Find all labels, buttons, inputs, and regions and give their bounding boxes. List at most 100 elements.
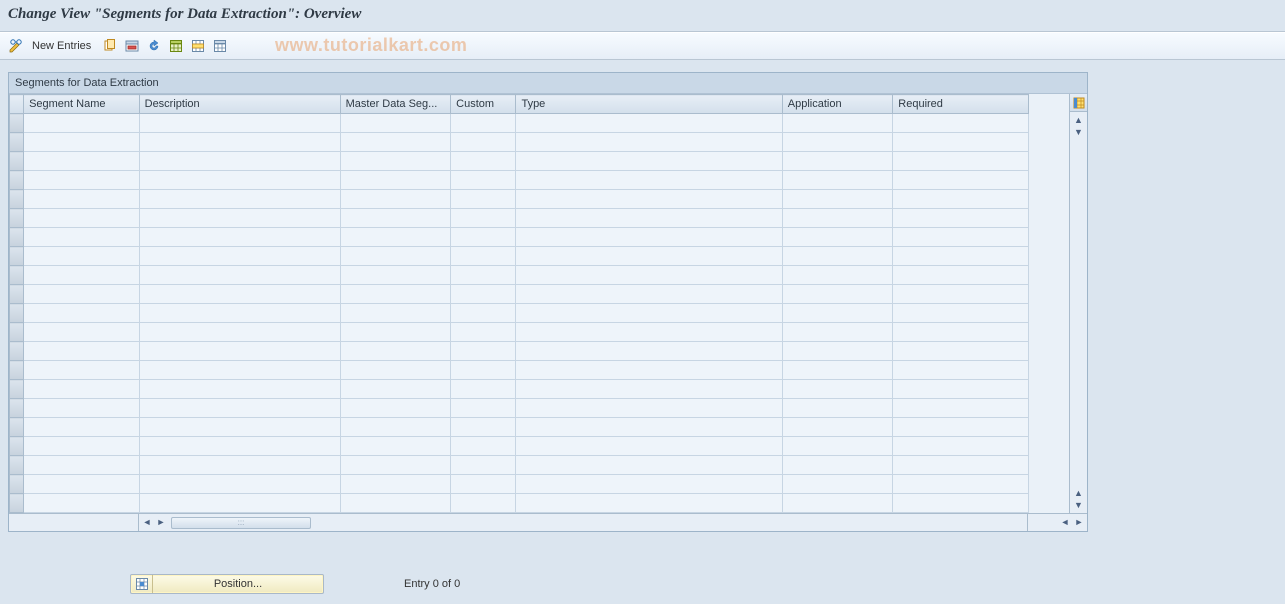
- cell[interactable]: [139, 228, 340, 247]
- cell[interactable]: [893, 114, 1029, 133]
- scroll-up-icon[interactable]: ▲: [1073, 114, 1085, 126]
- cell[interactable]: [516, 228, 782, 247]
- table-row[interactable]: [10, 437, 1029, 456]
- row-selector[interactable]: [10, 152, 24, 171]
- cell[interactable]: [893, 285, 1029, 304]
- cell[interactable]: [893, 190, 1029, 209]
- cell[interactable]: [516, 323, 782, 342]
- cell[interactable]: [139, 133, 340, 152]
- copy-as-button[interactable]: [101, 37, 119, 55]
- cell[interactable]: [451, 266, 516, 285]
- row-selector[interactable]: [10, 342, 24, 361]
- cell[interactable]: [893, 437, 1029, 456]
- deselect-all-button[interactable]: [211, 37, 229, 55]
- cell[interactable]: [139, 247, 340, 266]
- cell[interactable]: [782, 475, 893, 494]
- table-row[interactable]: [10, 342, 1029, 361]
- table-row[interactable]: [10, 228, 1029, 247]
- col-custom[interactable]: Custom: [451, 95, 516, 114]
- cell[interactable]: [451, 152, 516, 171]
- table-row[interactable]: [10, 171, 1029, 190]
- row-selector[interactable]: [10, 361, 24, 380]
- cell[interactable]: [451, 399, 516, 418]
- cell[interactable]: [516, 133, 782, 152]
- col-type[interactable]: Type: [516, 95, 782, 114]
- row-selector[interactable]: [10, 209, 24, 228]
- configure-columns-button[interactable]: [1070, 94, 1087, 112]
- cell[interactable]: [24, 266, 140, 285]
- cell[interactable]: [451, 361, 516, 380]
- row-selector[interactable]: [10, 247, 24, 266]
- cell[interactable]: [893, 399, 1029, 418]
- cell[interactable]: [24, 323, 140, 342]
- cell[interactable]: [24, 456, 140, 475]
- cell[interactable]: [340, 133, 451, 152]
- cell[interactable]: [893, 475, 1029, 494]
- cell[interactable]: [782, 190, 893, 209]
- cell[interactable]: [139, 152, 340, 171]
- cell[interactable]: [24, 437, 140, 456]
- cell[interactable]: [24, 361, 140, 380]
- row-selector[interactable]: [10, 418, 24, 437]
- cell[interactable]: [24, 190, 140, 209]
- cell[interactable]: [893, 494, 1029, 513]
- cell[interactable]: [340, 399, 451, 418]
- cell[interactable]: [340, 304, 451, 323]
- cell[interactable]: [24, 114, 140, 133]
- table-row[interactable]: [10, 133, 1029, 152]
- cell[interactable]: [139, 342, 340, 361]
- cell[interactable]: [451, 380, 516, 399]
- scroll-left-icon[interactable]: ◄: [141, 517, 153, 529]
- cell[interactable]: [516, 494, 782, 513]
- cell[interactable]: [451, 114, 516, 133]
- table-row[interactable]: [10, 380, 1029, 399]
- cell[interactable]: [139, 323, 340, 342]
- cell[interactable]: [516, 114, 782, 133]
- cell[interactable]: [516, 399, 782, 418]
- cell[interactable]: [451, 437, 516, 456]
- vertical-scrollbar[interactable]: ▲ ▼ ▲ ▼: [1069, 94, 1087, 513]
- cell[interactable]: [893, 304, 1029, 323]
- table-row[interactable]: [10, 266, 1029, 285]
- cell[interactable]: [451, 171, 516, 190]
- cell[interactable]: [451, 133, 516, 152]
- table-row[interactable]: [10, 494, 1029, 513]
- cell[interactable]: [516, 361, 782, 380]
- cell[interactable]: [451, 418, 516, 437]
- cell[interactable]: [340, 247, 451, 266]
- cell[interactable]: [451, 247, 516, 266]
- cell[interactable]: [516, 247, 782, 266]
- cell[interactable]: [893, 323, 1029, 342]
- row-selector[interactable]: [10, 228, 24, 247]
- scroll-right-end-icon[interactable]: ►: [1073, 517, 1085, 529]
- scroll-thumb[interactable]: :::: [171, 517, 311, 529]
- cell[interactable]: [340, 456, 451, 475]
- cell[interactable]: [340, 475, 451, 494]
- cell[interactable]: [893, 380, 1029, 399]
- table-row[interactable]: [10, 190, 1029, 209]
- row-selector[interactable]: [10, 114, 24, 133]
- cell[interactable]: [782, 171, 893, 190]
- cell[interactable]: [516, 456, 782, 475]
- cell[interactable]: [139, 209, 340, 228]
- cell[interactable]: [139, 304, 340, 323]
- cell[interactable]: [340, 437, 451, 456]
- cell[interactable]: [139, 494, 340, 513]
- cell[interactable]: [340, 114, 451, 133]
- cell[interactable]: [24, 342, 140, 361]
- row-selector[interactable]: [10, 266, 24, 285]
- cell[interactable]: [451, 475, 516, 494]
- cell[interactable]: [24, 399, 140, 418]
- cell[interactable]: [340, 494, 451, 513]
- row-selector[interactable]: [10, 437, 24, 456]
- cell[interactable]: [340, 361, 451, 380]
- cell[interactable]: [451, 323, 516, 342]
- cell[interactable]: [893, 209, 1029, 228]
- cell[interactable]: [340, 228, 451, 247]
- cell[interactable]: [340, 190, 451, 209]
- cell[interactable]: [24, 133, 140, 152]
- undo-change-button[interactable]: [145, 37, 163, 55]
- table-row[interactable]: [10, 456, 1029, 475]
- row-selector[interactable]: [10, 304, 24, 323]
- cell[interactable]: [451, 228, 516, 247]
